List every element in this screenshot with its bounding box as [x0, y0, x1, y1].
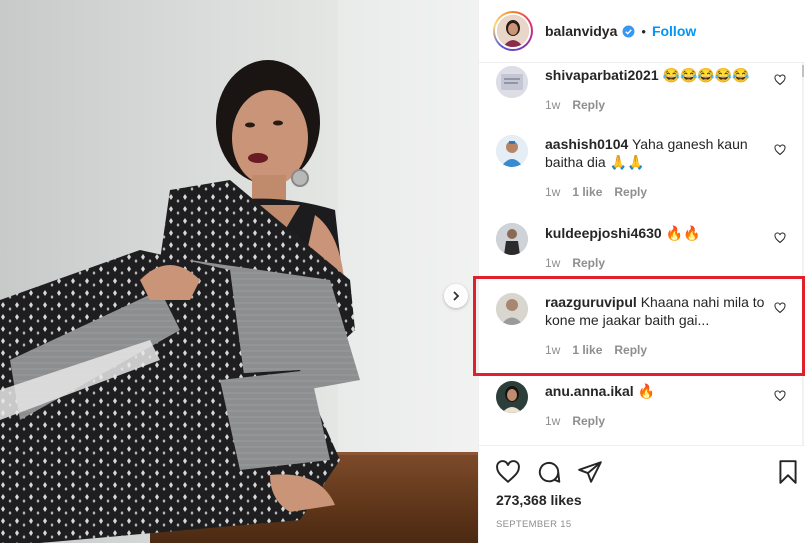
reply-button[interactable]: Reply	[572, 414, 605, 428]
like-count[interactable]: 273,368 likes	[496, 492, 582, 508]
paper-plane-icon[interactable]	[577, 459, 603, 485]
post-photo	[0, 0, 478, 543]
bookmark-icon[interactable]	[775, 459, 801, 485]
commenter-avatar[interactable]	[496, 66, 528, 98]
verified-badge-icon	[622, 25, 635, 38]
comment-meta: 1w Reply	[545, 414, 617, 428]
post-header: balanvidya • Follow	[479, 0, 805, 63]
comment-time: 1w	[545, 256, 561, 270]
comments-scrollbar[interactable]	[801, 63, 805, 445]
post-actions: 273,368 likes SEPTEMBER 15	[479, 445, 805, 543]
author-avatar-image	[497, 15, 529, 47]
comments-list: shivaparbati2021 😂😂😂😂😂 1w Reply aashish01…	[479, 63, 805, 445]
comment-text: 🔥	[637, 383, 656, 399]
next-photo-button[interactable]	[444, 284, 468, 308]
comment-username[interactable]: shivaparbati2021	[545, 67, 659, 83]
post-date: SEPTEMBER 15	[496, 519, 572, 530]
heart-icon[interactable]	[774, 74, 786, 86]
comment-meta: 1w 1 like Reply	[545, 185, 659, 199]
comment-text: 😂😂😂😂😂	[662, 67, 750, 83]
comment-time: 1w	[545, 185, 561, 199]
reply-button[interactable]: Reply	[572, 256, 605, 270]
comment-text-block: anu.anna.ikal 🔥	[545, 382, 767, 400]
follow-button[interactable]: Follow	[652, 23, 696, 39]
comment-username[interactable]: aashish0104	[545, 136, 628, 152]
comment-text: 🔥🔥	[665, 225, 701, 241]
comment-username[interactable]: anu.anna.ikal	[545, 383, 634, 399]
heart-icon[interactable]	[774, 144, 786, 156]
comment-text-block: aashish0104 Yaha ganesh kaun baitha dia …	[545, 135, 767, 171]
comment-icon[interactable]	[536, 459, 562, 485]
heart-icon[interactable]	[774, 390, 786, 402]
comment-like-count[interactable]: 1 like	[572, 185, 602, 199]
commenter-avatar[interactable]	[496, 381, 528, 413]
reply-button[interactable]: Reply	[614, 185, 647, 199]
comment-time: 1w	[545, 414, 561, 428]
commenter-avatar[interactable]	[496, 223, 528, 255]
comment-meta: 1w Reply	[545, 98, 617, 112]
comment-username[interactable]: kuldeepjoshi4630	[545, 225, 662, 241]
heart-icon[interactable]	[774, 232, 786, 244]
post-side-panel: balanvidya • Follow shivaparbati2021 😂😂😂…	[478, 0, 805, 543]
separator-dot: •	[641, 23, 646, 39]
comment-text-block: kuldeepjoshi4630 🔥🔥	[545, 224, 767, 242]
highlight-box	[473, 276, 805, 376]
commenter-avatar[interactable]	[496, 135, 528, 167]
reply-button[interactable]: Reply	[572, 98, 605, 112]
heart-icon[interactable]	[495, 459, 521, 485]
author-avatar[interactable]	[493, 11, 533, 51]
comment-meta: 1w Reply	[545, 256, 617, 270]
comment-text-block: shivaparbati2021 😂😂😂😂😂	[545, 66, 767, 84]
comment-time: 1w	[545, 98, 561, 112]
author-username[interactable]: balanvidya	[545, 23, 617, 39]
woman-in-saree-illustration	[0, 60, 360, 543]
chevron-right-icon	[453, 291, 460, 301]
